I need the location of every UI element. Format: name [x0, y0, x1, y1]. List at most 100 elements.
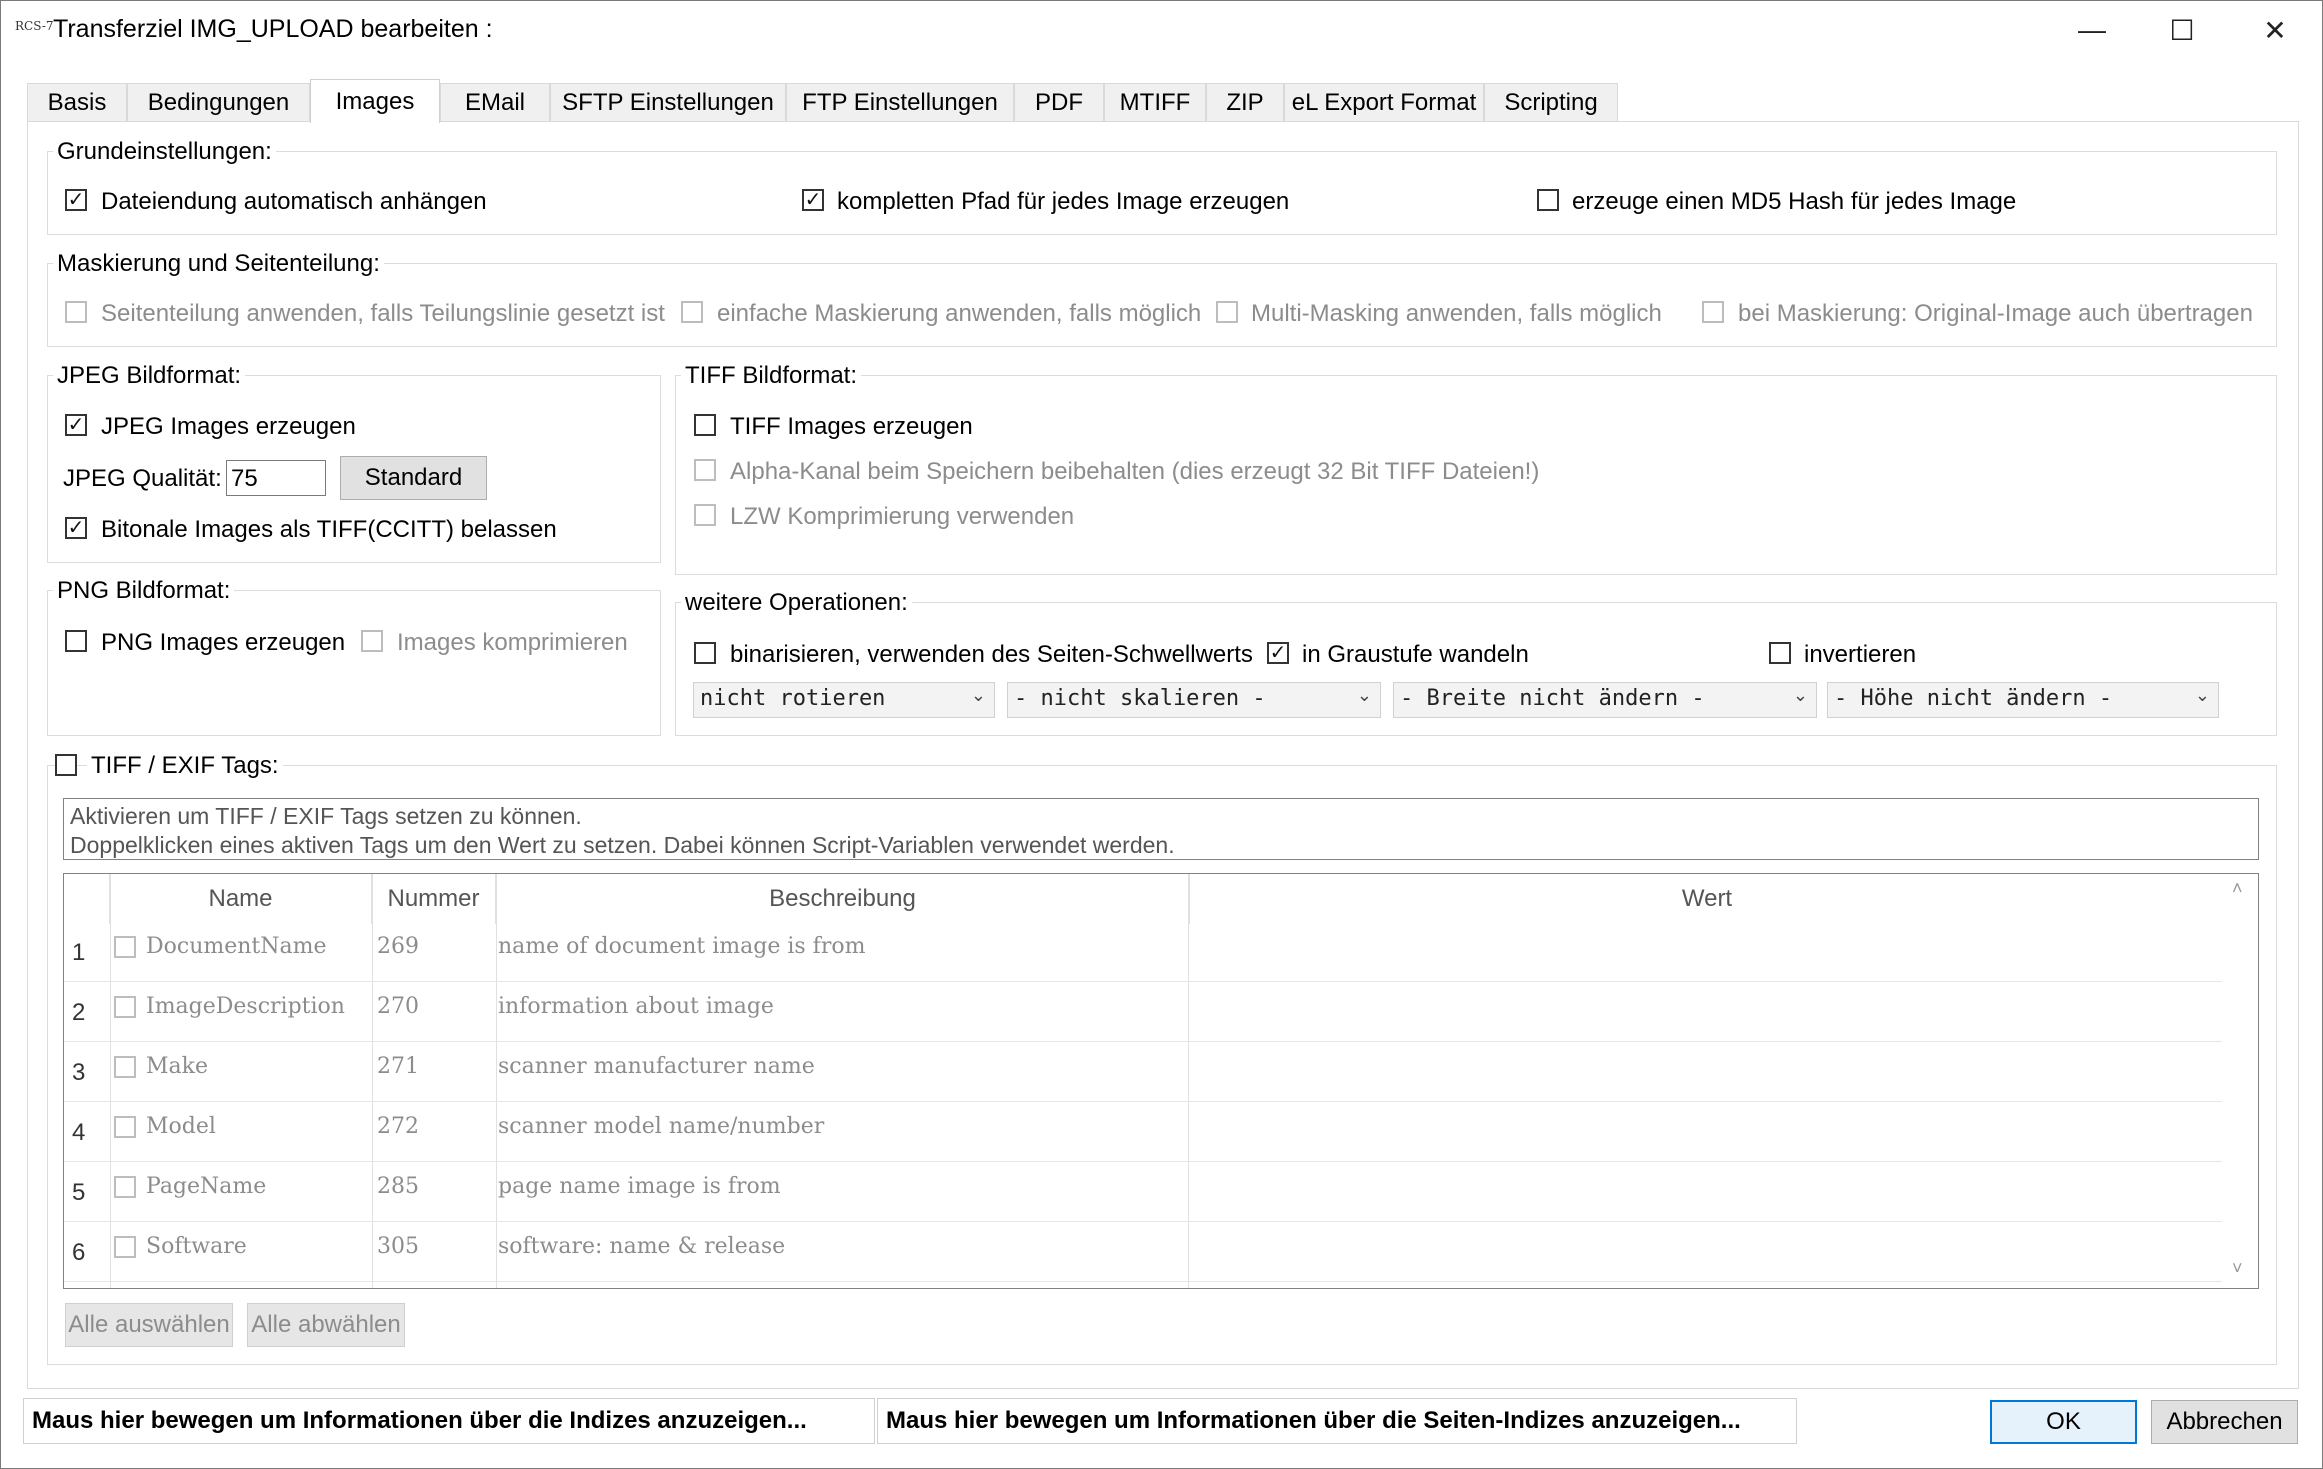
row-number: 6: [72, 1239, 86, 1266]
scale-select[interactable]: - nicht skalieren - ⌄: [1007, 682, 1381, 718]
table-row[interactable]: 1 DocumentName 269 name of document imag…: [64, 922, 2222, 982]
cancel-button[interactable]: Abbrechen: [2151, 1400, 2298, 1444]
row-checkbox[interactable]: [114, 936, 136, 958]
tag-number: 305: [377, 1234, 419, 1259]
title-bar: RCS-7 Transferziel IMG_UPLOAD bearbeiten…: [1, 1, 2322, 61]
close-button[interactable]: ✕: [2229, 1, 2321, 59]
kompletter-pfad-checkbox[interactable]: ✓: [802, 189, 824, 211]
png-erzeugen-checkbox[interactable]: [65, 630, 87, 652]
exif-tags-checkbox[interactable]: [55, 754, 77, 776]
alpha-kanal-checkbox[interactable]: [694, 459, 716, 481]
graustufe-checkbox[interactable]: ✓: [1267, 642, 1289, 664]
check-icon: ✓: [804, 189, 822, 211]
images-komprimieren-checkbox[interactable]: [361, 630, 383, 652]
maskierung-label: Maskierung und Seitenteilung:: [53, 250, 384, 278]
column-header-beschreibung[interactable]: Beschreibung: [496, 874, 1190, 924]
close-icon: ✕: [2263, 14, 2287, 46]
table-row[interactable]: 3 Make 271 scanner manufacturer name: [64, 1042, 2222, 1102]
weitere-operationen-label: weitere Operationen:: [681, 589, 912, 617]
binarisieren-checkbox[interactable]: [694, 642, 716, 664]
row-checkbox[interactable]: [114, 1056, 136, 1078]
tab-scripting[interactable]: Scripting: [1484, 83, 1618, 121]
tag-name: Model: [146, 1114, 216, 1139]
scroll-up-icon[interactable]: ˄: [2232, 878, 2243, 899]
chevron-down-icon: ⌄: [1356, 685, 1372, 706]
seiten-indizes-info-bar[interactable]: Maus hier bewegen um Informationen über …: [877, 1398, 1797, 1444]
row-number: 3: [72, 1059, 86, 1086]
png-group: [47, 590, 661, 736]
bitonal-checkbox[interactable]: ✓: [65, 517, 87, 539]
invertieren-checkbox[interactable]: [1769, 642, 1791, 664]
tiff-erzeugen-checkbox[interactable]: [694, 414, 716, 436]
seitenteilung-checkbox[interactable]: [65, 301, 87, 323]
tab-sftp-einstellungen[interactable]: SFTP Einstellungen: [550, 83, 786, 121]
row-checkbox[interactable]: [114, 1236, 136, 1258]
bitonal-label: Bitonale Images als TIFF(CCITT) belassen: [101, 516, 557, 543]
invertieren-label: invertieren: [1804, 641, 1917, 668]
tab-mtiff[interactable]: MTIFF: [1104, 83, 1206, 121]
dialog-window: RCS-7 Transferziel IMG_UPLOAD bearbeiten…: [0, 0, 2323, 1469]
tag-number: 271: [377, 1054, 419, 1079]
rotation-select-value: nicht rotieren: [700, 686, 886, 711]
chevron-down-icon: ⌄: [2194, 685, 2210, 706]
tab-basis[interactable]: Basis: [27, 83, 127, 121]
table-row[interactable]: 2 ImageDescription 270 information about…: [64, 982, 2222, 1042]
table-row[interactable]: 5 PageName 285 page name image is from: [64, 1162, 2222, 1222]
tab-email[interactable]: EMail: [440, 83, 550, 121]
tag-description: scanner model name/number: [498, 1114, 825, 1139]
column-header-nummer[interactable]: Nummer: [372, 874, 496, 924]
height-select[interactable]: - Höhe nicht ändern - ⌄: [1827, 682, 2219, 718]
table-row[interactable]: 6 Software 305 software: name & release: [64, 1222, 2222, 1282]
table-scrollbar[interactable]: ˄ ˅: [2224, 874, 2258, 1288]
check-icon: ✓: [67, 189, 85, 211]
md5-hash-checkbox[interactable]: [1537, 189, 1559, 211]
tab-zip[interactable]: ZIP: [1206, 83, 1284, 121]
tag-number: 270: [377, 994, 419, 1019]
row-checkbox[interactable]: [114, 1116, 136, 1138]
maximize-button[interactable]: ☐: [2136, 1, 2228, 59]
ok-button[interactable]: OK: [1990, 1400, 2137, 1444]
scale-select-value: - nicht skalieren -: [1014, 686, 1266, 711]
exif-info-line-2: Doppelklicken eines aktiven Tags um den …: [70, 832, 1175, 858]
rotation-select[interactable]: nicht rotieren ⌄: [693, 682, 995, 718]
window-title: Transferziel IMG_UPLOAD bearbeiten :: [53, 15, 493, 43]
tab-images[interactable]: Images: [310, 79, 440, 123]
tab-el-export-format[interactable]: eL Export Format: [1284, 83, 1484, 121]
height-select-value: - Höhe nicht ändern -: [1834, 686, 2113, 711]
width-select[interactable]: - Breite nicht ändern - ⌄: [1393, 682, 1817, 718]
deselect-all-button[interactable]: Alle abwählen: [247, 1303, 405, 1347]
column-header-name[interactable]: Name: [110, 874, 372, 924]
jpeg-qualitaet-label: JPEG Qualität:: [63, 465, 222, 492]
row-number: 2: [72, 999, 86, 1026]
jpeg-qualitaet-input[interactable]: 75: [226, 460, 326, 496]
minimize-button[interactable]: —: [2046, 1, 2138, 59]
multi-masking-checkbox[interactable]: [1216, 301, 1238, 323]
tab-bedingungen[interactable]: Bedingungen: [127, 83, 310, 121]
indizes-info-bar[interactable]: Maus hier bewegen um Informationen über …: [23, 1398, 875, 1444]
dateiendung-checkbox[interactable]: ✓: [65, 189, 87, 211]
check-icon: ✓: [67, 517, 85, 539]
tag-number: 285: [377, 1174, 419, 1199]
tag-name: DocumentName: [146, 934, 327, 959]
original-image-checkbox[interactable]: [1702, 301, 1724, 323]
lzw-checkbox[interactable]: [694, 504, 716, 526]
check-icon: ✓: [67, 414, 85, 436]
jpeg-erzeugen-checkbox[interactable]: ✓: [65, 414, 87, 436]
row-number: 1: [72, 939, 86, 966]
row-checkbox[interactable]: [114, 996, 136, 1018]
einfache-maskierung-checkbox[interactable]: [681, 301, 703, 323]
standard-button[interactable]: Standard: [340, 456, 487, 500]
chevron-down-icon: ⌄: [970, 685, 986, 706]
select-all-button[interactable]: Alle auswählen: [65, 1303, 233, 1347]
table-row[interactable]: 4 Model 272 scanner model name/number: [64, 1102, 2222, 1162]
row-checkbox[interactable]: [114, 1176, 136, 1198]
graustufe-label: in Graustufe wandeln: [1302, 641, 1529, 668]
exif-tags-label: TIFF / EXIF Tags:: [87, 752, 283, 780]
scroll-down-icon[interactable]: ˅: [2232, 1258, 2243, 1279]
tab-ftp-einstellungen[interactable]: FTP Einstellungen: [786, 83, 1014, 121]
tag-name: ImageDescription: [146, 994, 345, 1019]
tab-pdf[interactable]: PDF: [1014, 83, 1104, 121]
jpeg-erzeugen-label: JPEG Images erzeugen: [101, 413, 356, 440]
column-header-wert[interactable]: Wert: [1190, 874, 2224, 924]
jpeg-label: JPEG Bildformat:: [53, 362, 246, 390]
